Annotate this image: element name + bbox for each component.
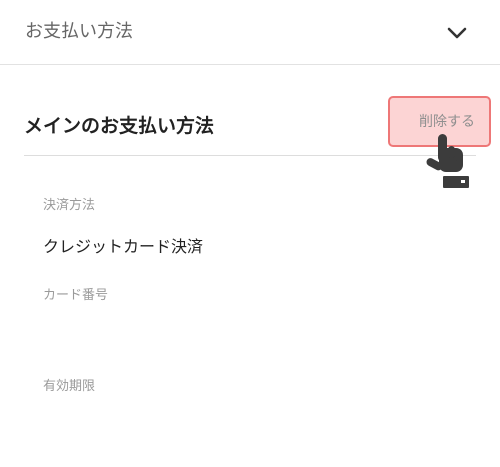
delete-button-label: 削除する	[419, 114, 475, 130]
payment-settings-page: お支払い方法 メインのお支払い方法 削除する 決済方法 クレジットカード決済 カ…	[0, 0, 500, 467]
section-divider	[24, 155, 476, 156]
hand-pointer-icon	[426, 134, 469, 188]
payment-method-accordion-header[interactable]: お支払い方法	[0, 0, 500, 65]
payment-type-value: クレジットカード決済	[43, 237, 204, 256]
main-payment-method-title: メインのお支払い方法	[24, 115, 215, 137]
chevron-down-icon[interactable]	[446, 26, 468, 40]
payment-type-label: 決済方法	[43, 198, 96, 213]
expiry-label: 有効期限	[43, 379, 96, 394]
card-number-label: カード番号	[43, 288, 109, 303]
accordion-title: お支払い方法	[25, 21, 133, 42]
